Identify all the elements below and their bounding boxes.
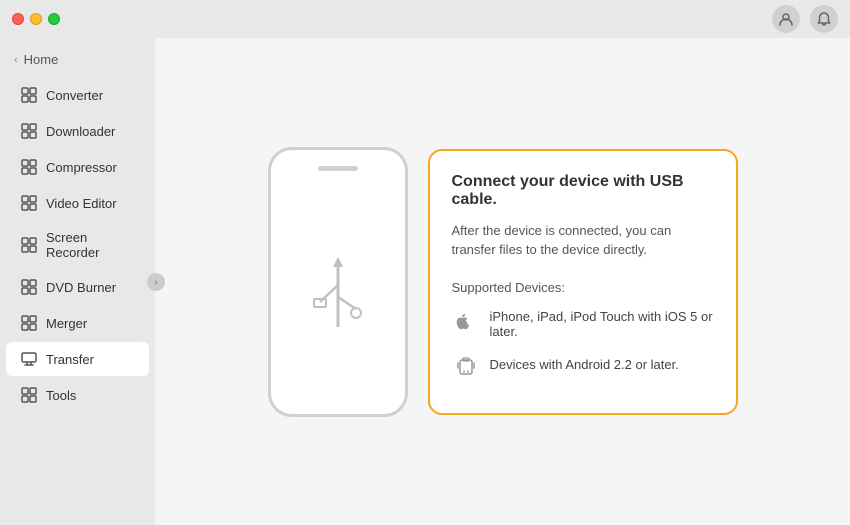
sidebar-item-video-editor[interactable]: Video Editor bbox=[6, 186, 149, 220]
tools-icon bbox=[20, 386, 38, 404]
sidebar-item-merger[interactable]: Merger bbox=[6, 306, 149, 340]
sidebar-item-compressor[interactable]: Compressor bbox=[6, 150, 149, 184]
ios-device-item: iPhone, iPad, iPod Touch with iOS 5 or l… bbox=[452, 309, 714, 339]
user-icon[interactable] bbox=[772, 5, 800, 33]
downloader-label: Downloader bbox=[46, 124, 115, 139]
minimize-button[interactable] bbox=[30, 13, 42, 25]
home-label: Home bbox=[24, 52, 59, 67]
sidebar-item-downloader[interactable]: Downloader bbox=[6, 114, 149, 148]
main-layout: ‹ Home Converter bbox=[0, 38, 850, 525]
maximize-button[interactable] bbox=[48, 13, 60, 25]
card-title: Connect your device with USB cable. bbox=[452, 173, 714, 209]
transfer-label: Transfer bbox=[46, 352, 94, 367]
video-editor-icon bbox=[20, 194, 38, 212]
supported-label: Supported Devices: bbox=[452, 280, 714, 295]
downloader-icon bbox=[20, 122, 38, 140]
info-card: Connect your device with USB cable. Afte… bbox=[428, 149, 738, 415]
transfer-container: Connect your device with USB cable. Afte… bbox=[268, 147, 738, 417]
tools-label: Tools bbox=[46, 388, 76, 403]
dvd-burner-icon bbox=[20, 278, 38, 296]
sidebar-home[interactable]: ‹ Home bbox=[0, 46, 155, 73]
compressor-label: Compressor bbox=[46, 160, 117, 175]
android-icon bbox=[452, 351, 480, 379]
android-device-item: Devices with Android 2.2 or later. bbox=[452, 351, 714, 379]
sidebar-item-transfer[interactable]: Transfer bbox=[6, 342, 149, 376]
sidebar: ‹ Home Converter bbox=[0, 38, 155, 525]
title-bar-right bbox=[772, 5, 838, 33]
usb-symbol-icon bbox=[308, 247, 368, 337]
compressor-icon bbox=[20, 158, 38, 176]
notification-icon[interactable] bbox=[810, 5, 838, 33]
converter-icon bbox=[20, 86, 38, 104]
sidebar-item-converter[interactable]: Converter bbox=[6, 78, 149, 112]
sidebar-collapse-button[interactable]: › bbox=[147, 273, 165, 291]
sidebar-item-tools[interactable]: Tools bbox=[6, 378, 149, 412]
android-device-text: Devices with Android 2.2 or later. bbox=[490, 357, 679, 372]
merger-icon bbox=[20, 314, 38, 332]
traffic-lights bbox=[12, 13, 60, 25]
phone-mockup bbox=[268, 147, 408, 417]
dvd-burner-label: DVD Burner bbox=[46, 280, 116, 295]
close-button[interactable] bbox=[12, 13, 24, 25]
card-description: After the device is connected, you can t… bbox=[452, 221, 714, 260]
back-chevron: ‹ bbox=[14, 54, 18, 66]
screen-recorder-label: Screen Recorder bbox=[46, 230, 135, 260]
transfer-icon bbox=[20, 350, 38, 368]
merger-label: Merger bbox=[46, 316, 87, 331]
apple-icon bbox=[452, 310, 480, 338]
sidebar-item-dvd-burner[interactable]: DVD Burner bbox=[6, 270, 149, 304]
ios-device-text: iPhone, iPad, iPod Touch with iOS 5 or l… bbox=[490, 309, 714, 339]
sidebar-item-screen-recorder[interactable]: Screen Recorder bbox=[6, 222, 149, 268]
title-bar bbox=[0, 0, 850, 38]
converter-label: Converter bbox=[46, 88, 103, 103]
phone-screen bbox=[308, 171, 368, 414]
screen-recorder-icon bbox=[20, 236, 38, 254]
video-editor-label: Video Editor bbox=[46, 196, 117, 211]
content-area: Connect your device with USB cable. Afte… bbox=[155, 38, 850, 525]
